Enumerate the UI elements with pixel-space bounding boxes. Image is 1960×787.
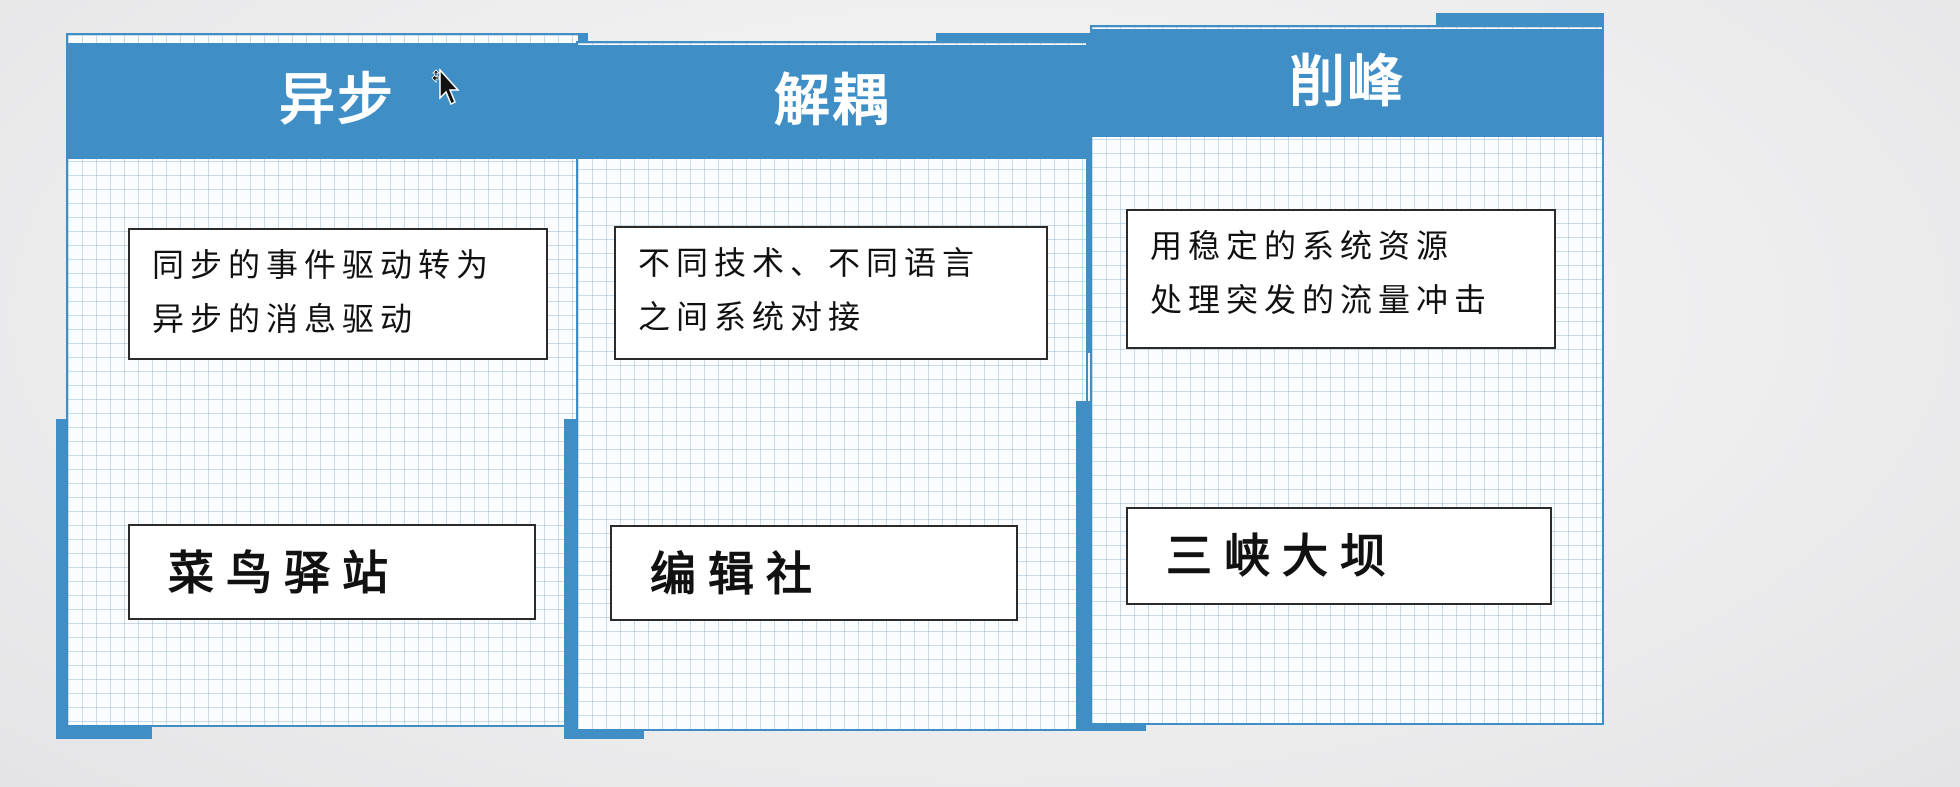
card-description-box: 同步的事件驱动转为 异步的消息驱动: [128, 228, 548, 360]
card-header: 异步: [66, 43, 608, 159]
card-description: 不同技术、不同语言 之间系统对接: [638, 244, 981, 336]
card-example: 三峡大坝: [1166, 529, 1398, 583]
card-decouple: 解耦 不同技术、不同语言 之间系统对接 编辑社: [564, 33, 1110, 739]
card-title: 削峰: [1289, 50, 1405, 115]
card-description-box: 用稳定的系统资源 处理突发的流量冲击: [1126, 209, 1556, 349]
card-example-box: 三峡大坝: [1126, 507, 1552, 605]
card-example-box: 菜鸟驿站: [128, 524, 536, 620]
card-description-box: 不同技术、不同语言 之间系统对接: [614, 226, 1048, 360]
card-example: 菜鸟驿站: [168, 546, 400, 600]
card-example: 编辑社: [650, 547, 824, 601]
card-description: 用稳定的系统资源 处理突发的流量冲击: [1150, 227, 1493, 319]
move-cursor-icon: [430, 68, 464, 108]
card-title: 解耦: [774, 69, 890, 134]
card-header: 解耦: [576, 45, 1088, 159]
card-title: 异步: [279, 68, 395, 133]
card-async: 异步 同步的事件驱动转为 异步的消息驱动 菜鸟驿站: [56, 33, 608, 739]
card-peak-shaving: 削峰 用稳定的系统资源 处理突发的流量冲击 三峡大坝: [1076, 13, 1620, 731]
card-example-box: 编辑社: [610, 525, 1018, 621]
card-description: 同步的事件驱动转为 异步的消息驱动: [152, 246, 495, 338]
card-header: 削峰: [1090, 29, 1604, 137]
